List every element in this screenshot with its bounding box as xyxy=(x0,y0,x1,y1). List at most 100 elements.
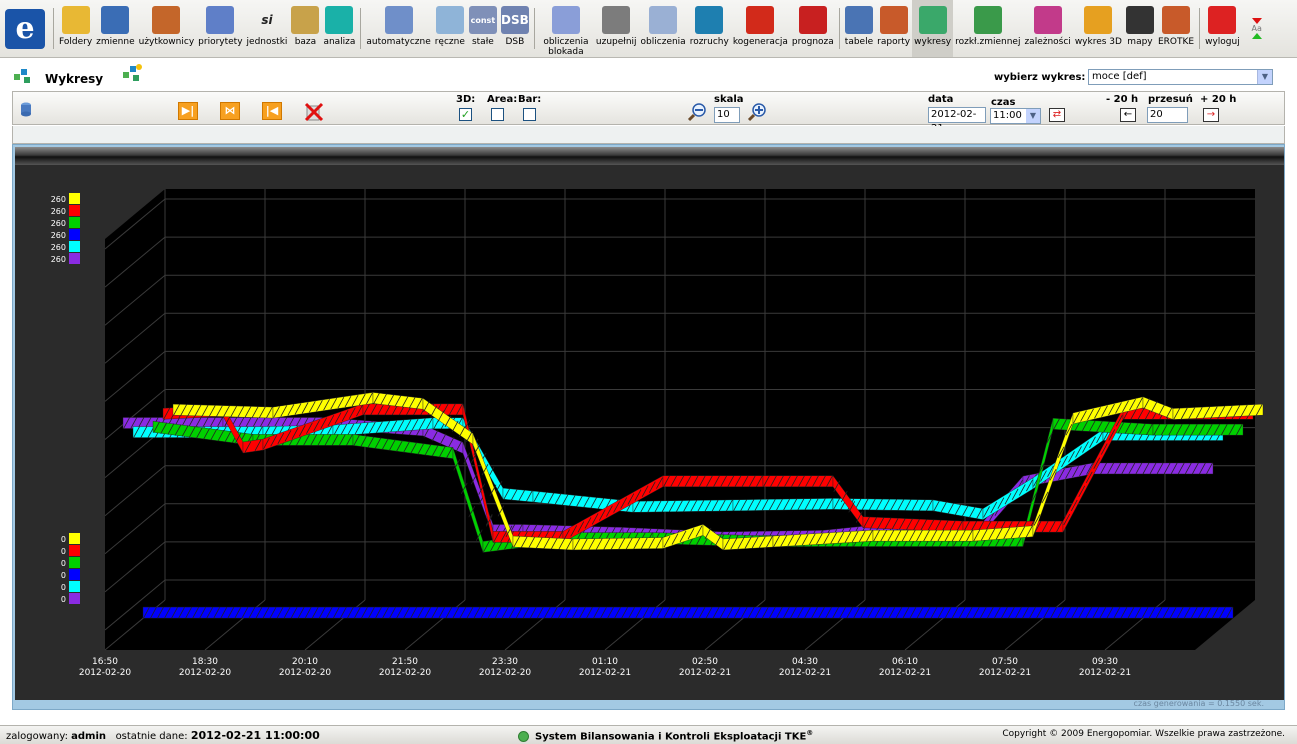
date-input[interactable]: 2012-02-21 xyxy=(928,107,986,134)
database-icon[interactable] xyxy=(19,101,33,119)
legend-swatch-bottom xyxy=(69,593,80,604)
x-tick-time: 06:10 xyxy=(892,657,918,667)
font-size-label: Aa xyxy=(1251,24,1262,33)
toolbar-button-document[interactable]: analiza xyxy=(321,0,357,57)
toolbar-button-charts[interactable]: wykresy xyxy=(912,0,954,57)
toolbar-button-dependency[interactable]: zależności xyxy=(1022,0,1072,57)
legend-label-top: 260 xyxy=(51,243,66,252)
status-bar: zalogowany: admin ostatnie dane: 2012-02… xyxy=(0,725,1297,744)
collapse-button[interactable]: ⋈ xyxy=(220,102,240,120)
x-tick-date: 2012-02-21 xyxy=(679,668,731,678)
checkbox-area[interactable] xyxy=(491,108,504,121)
toolbar-button-si[interactable]: si jednostki xyxy=(245,0,290,57)
x-tick-time: 18:30 xyxy=(192,657,218,667)
legend-label-top: 260 xyxy=(51,231,66,240)
forecast-wheel-icon xyxy=(798,6,827,34)
x-tick-time: 01:10 xyxy=(592,657,618,667)
legend-label-top: 260 xyxy=(51,207,66,216)
x-tick-time: 21:50 xyxy=(392,657,418,667)
toolbar-button-label: ręczne xyxy=(434,37,465,47)
chart-select-label: wybierz wykres: xyxy=(994,72,1086,83)
toolbar-button-cogeneration[interactable]: kogeneracja xyxy=(731,0,790,57)
toolbar-separator xyxy=(360,8,362,49)
hand-icon xyxy=(435,6,464,34)
toolbar-button-const[interactable]: const stałe xyxy=(467,0,499,57)
toolbar-button-hand[interactable]: ręczne xyxy=(433,0,467,57)
toolbar-button-download[interactable]: uzupełnij xyxy=(594,0,639,57)
legend-swatch-top xyxy=(69,229,80,240)
series-ribbon-segment xyxy=(632,499,734,513)
charts-icon-secondary[interactable] xyxy=(120,62,144,86)
toolbar-button-checklist[interactable]: zmienne xyxy=(94,0,136,57)
chart-header-bar xyxy=(15,147,1284,165)
toolbar-button-report[interactable]: raporty xyxy=(875,0,912,57)
toolbar-button-map[interactable]: mapy xyxy=(1124,0,1156,57)
scale-input[interactable]: 10 xyxy=(714,107,740,123)
toolbar-button-forecast-wheel[interactable]: prognoza xyxy=(790,0,836,57)
x-tick-date: 2012-02-20 xyxy=(479,668,532,678)
x-tick-date: 2012-02-20 xyxy=(379,668,432,678)
shift-back-button[interactable]: ← xyxy=(1120,108,1136,122)
calculator-icon xyxy=(649,6,678,34)
toolbar-button-label: wyloguj xyxy=(1205,37,1240,47)
toolbar-button-dsb[interactable]: DSB DSB xyxy=(499,0,531,57)
legend-label-bottom: 0 xyxy=(61,547,66,556)
app-logo[interactable]: e xyxy=(0,0,50,57)
legend-swatch-top xyxy=(69,217,80,228)
legend-swatch-top xyxy=(69,193,80,204)
toolbar-button-chart-3d[interactable]: wykres 3D xyxy=(1073,0,1124,57)
legend-label-bottom: 0 xyxy=(61,535,66,544)
toolbar-button-calculator[interactable]: obliczenia xyxy=(639,0,688,57)
toolbar-button-users[interactable]: użytkownicy xyxy=(137,0,197,57)
map-icon xyxy=(1125,6,1154,34)
toolbar-button-label: mapy xyxy=(1127,37,1153,47)
font-size-control[interactable]: Aa xyxy=(1242,0,1272,57)
toolbar-button-distribution[interactable]: rozkł.zmiennej xyxy=(953,0,1022,57)
toolbar-button-columns[interactable]: automatyczne xyxy=(364,0,432,57)
dsb-icon: DSB xyxy=(500,6,529,34)
chart-select[interactable]: moce [def] ▼ xyxy=(1088,69,1273,85)
toolbar-separator xyxy=(53,8,54,49)
x-tick-date: 2012-02-21 xyxy=(879,668,931,678)
toolbar-button-database[interactable]: baza xyxy=(289,0,321,57)
delete-icon[interactable] xyxy=(304,100,324,122)
page-header: Wykresy wybierz wykres: moce [def] ▼ xyxy=(0,60,1297,90)
download-icon xyxy=(602,6,631,34)
chart-controls: ▶| ⋈ |◀ 3D: ✓ Area: Bar: skala 10 data 2… xyxy=(12,91,1285,134)
chart-select-value: moce [def] xyxy=(1092,71,1147,82)
toolbar-button-calendar[interactable]: EROTKE xyxy=(1156,0,1196,57)
scale-label: skala xyxy=(714,94,744,105)
refresh-button[interactable]: ⇄ xyxy=(1049,108,1065,122)
zoom-in-icon[interactable] xyxy=(747,102,767,122)
shift-forward-button[interactable]: → xyxy=(1203,108,1219,122)
play-end-button[interactable]: ▶| xyxy=(178,102,198,120)
toolbar-separator xyxy=(1199,8,1201,49)
step-back-button[interactable]: |◀ xyxy=(262,102,282,120)
legend-label-top: 260 xyxy=(51,219,66,228)
chevron-down-icon[interactable]: ▼ xyxy=(1257,70,1272,84)
toolbar-button-table[interactable]: tabele xyxy=(843,0,875,57)
toolbar-button-lock-calc[interactable]: obliczenia blokada xyxy=(538,0,594,57)
toolbar-button-logout[interactable]: wyloguj xyxy=(1203,0,1242,57)
toolbar-button-label: użytkownicy xyxy=(138,37,195,47)
toolbar-button-folder[interactable]: Foldery xyxy=(57,0,94,57)
x-tick-time: 20:10 xyxy=(292,657,318,667)
info-strip xyxy=(12,126,1285,144)
checkbox-bar[interactable] xyxy=(523,108,536,121)
x-tick-date: 2012-02-21 xyxy=(779,668,831,678)
date-label: data xyxy=(928,94,954,105)
toolbar-button-pie[interactable]: priorytety xyxy=(196,0,244,57)
shift-input[interactable]: 20 xyxy=(1147,107,1188,123)
time-select[interactable]: 11:00 ▼ xyxy=(990,108,1041,124)
toolbar-button-gear[interactable]: rozruchy xyxy=(688,0,731,57)
checkbox-3d[interactable]: ✓ xyxy=(459,108,472,121)
const-icon: const xyxy=(468,6,497,34)
zoom-out-icon[interactable] xyxy=(687,102,707,122)
increase-icon[interactable] xyxy=(1251,33,1262,39)
toolbar-button-label: priorytety xyxy=(198,37,243,47)
si-icon: si xyxy=(261,13,273,27)
toolbar-button-label: rozruchy xyxy=(689,37,729,47)
chevron-down-icon[interactable]: ▼ xyxy=(1026,109,1040,123)
toolbar-button-label: prognoza xyxy=(791,37,834,47)
x-tick-time: 23:30 xyxy=(492,657,518,667)
